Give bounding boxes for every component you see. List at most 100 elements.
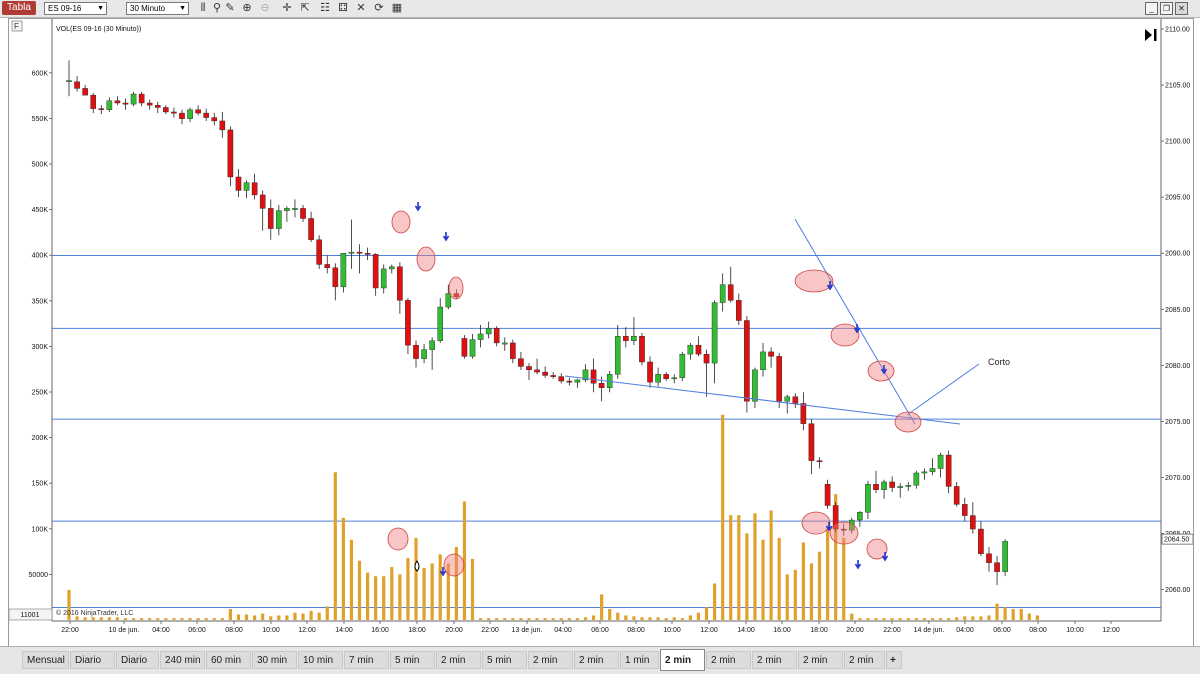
instrument-select[interactable]: ES 09-16 ▼ <box>44 2 107 15</box>
candle-body <box>292 208 298 210</box>
volume-bar <box>196 618 200 620</box>
chart-canvas[interactable]: 2110.00 2105.00 2100.00 2095.00 2090.00 2085.… <box>8 19 1194 647</box>
minimize-icon[interactable]: _ <box>1145 2 1158 15</box>
interval-tab[interactable]: 2 min <box>436 651 481 669</box>
interval-tab[interactable]: 5 min <box>390 651 435 669</box>
interval-tab[interactable]: 2 min <box>844 651 885 669</box>
candle-body <box>356 251 363 254</box>
scroll-end-icon[interactable] <box>1154 29 1157 41</box>
volume-bar <box>357 560 362 620</box>
zoom-in-icon[interactable]: ⊕ <box>240 1 254 15</box>
volume-tick-label: 600K <box>32 70 49 77</box>
interval-tab[interactable]: Mensual <box>22 651 69 669</box>
interval-tab[interactable]: 1 min <box>620 651 659 669</box>
time-tick-label: 14:00 <box>335 627 353 634</box>
refresh-icon[interactable]: ⟳ <box>372 1 386 15</box>
candle-body <box>469 339 476 357</box>
candle-body <box>913 472 920 486</box>
candle-body <box>364 253 371 255</box>
volume-bar <box>890 618 894 620</box>
app-tab[interactable]: Tabla <box>2 1 36 15</box>
resistance-trendline[interactable] <box>794 218 916 425</box>
candle-body <box>631 335 637 341</box>
time-tick-label: 10:00 <box>663 627 681 634</box>
chart-panel[interactable]: 2110.00 2105.00 2100.00 2095.00 2090.00 2085.… <box>8 18 1194 648</box>
add-tab-button[interactable]: + <box>886 651 902 669</box>
data-box-icon[interactable]: ▦ <box>390 1 404 15</box>
arrow-down-icon[interactable] <box>854 560 862 570</box>
interval-tab[interactable]: 2 min <box>706 651 751 669</box>
candle-body <box>937 454 944 469</box>
interval-tab[interactable]: 60 min <box>206 651 251 669</box>
candle-body <box>235 176 242 191</box>
interval-tab[interactable]: 2 min <box>528 651 573 669</box>
volume-box-value: 11001 <box>21 612 40 619</box>
interval-tab[interactable]: 2 min <box>798 651 843 669</box>
highlight-circle[interactable] <box>387 527 409 551</box>
interval-tab[interactable]: 30 min <box>252 651 297 669</box>
volume-tick-label: 550K <box>32 116 49 123</box>
interval-tab[interactable]: Diario <box>116 651 159 669</box>
candle-body <box>961 504 968 516</box>
candle-body <box>623 335 629 341</box>
highlight-circle[interactable] <box>448 276 464 300</box>
highlight-circle[interactable] <box>866 538 888 560</box>
volume-bar <box>204 618 208 620</box>
interval-tab[interactable]: 10 min <box>298 651 343 669</box>
crosshair-icon[interactable]: ✛ <box>280 1 294 15</box>
highlight-circle[interactable] <box>416 246 436 272</box>
highlight-circle[interactable] <box>830 323 860 347</box>
interval-select[interactable]: 30 Minuto ▼ <box>126 2 189 15</box>
interval-tab[interactable]: 2 min <box>574 651 619 669</box>
arrow-down-icon[interactable] <box>442 232 450 242</box>
search-icon[interactable]: ⚲ <box>210 1 224 15</box>
indicators-icon[interactable]: ⚃ <box>336 1 350 15</box>
interval-tabs-bar: Mensual Diario Diario 240 min 60 min 30 min 10… <box>0 646 1200 674</box>
highlight-circle[interactable] <box>443 553 465 577</box>
highlight-circle[interactable] <box>391 210 411 234</box>
horizontal-price-lines <box>52 254 1161 609</box>
interval-tab[interactable]: 7 min <box>344 651 389 669</box>
corto-pointer-line[interactable] <box>906 363 980 416</box>
pencil-icon[interactable]: ✎ <box>223 1 237 15</box>
strategies-icon[interactable]: ✕ <box>354 1 368 15</box>
candle-body <box>477 333 484 340</box>
volume-bar <box>365 572 370 620</box>
volume-bar <box>801 542 805 620</box>
candle-body <box>146 102 153 106</box>
cursor-icon[interactable]: ⇱ <box>298 1 312 15</box>
candle-body <box>647 361 653 383</box>
interval-tab[interactable]: Diario <box>70 651 115 669</box>
volume-bar <box>478 618 483 620</box>
interval-tab[interactable]: 2 min <box>752 651 797 669</box>
interval-tab[interactable]: 240 min <box>160 651 205 669</box>
highlight-circle[interactable] <box>894 411 922 433</box>
interval-value: 30 Minuto <box>130 4 166 13</box>
candle-body <box>243 182 250 191</box>
properties-icon[interactable]: ☷ <box>318 1 332 15</box>
zoom-out-icon[interactable]: ⊖ <box>258 1 272 15</box>
close-icon[interactable]: ✕ <box>1175 2 1188 15</box>
volume-bar <box>503 618 507 620</box>
candle-body <box>195 109 201 114</box>
highlight-circle[interactable] <box>801 511 831 535</box>
restore-icon[interactable]: ❐ <box>1160 2 1173 15</box>
volume-bar <box>616 612 620 620</box>
drop-marker-icon[interactable] <box>414 560 420 572</box>
highlight-circle[interactable] <box>794 269 834 293</box>
highlight-circle[interactable] <box>867 360 895 382</box>
bar-chart-icon[interactable]: ⫴ <box>196 1 210 15</box>
time-tick-label: 20:00 <box>846 627 864 634</box>
candle-body <box>316 239 322 265</box>
interval-tab[interactable]: 5 min <box>482 651 527 669</box>
volume-bar <box>648 617 652 620</box>
candle-body <box>703 353 710 364</box>
interval-tab[interactable]: 2 min <box>660 649 705 671</box>
highlight-circle[interactable] <box>829 521 859 545</box>
candle-body <box>970 515 976 530</box>
candle-body <box>921 471 928 474</box>
candle-body <box>994 562 1000 572</box>
arrow-down-icon[interactable] <box>414 202 422 212</box>
candle-body <box>574 379 581 383</box>
play-icon[interactable] <box>1145 29 1152 41</box>
